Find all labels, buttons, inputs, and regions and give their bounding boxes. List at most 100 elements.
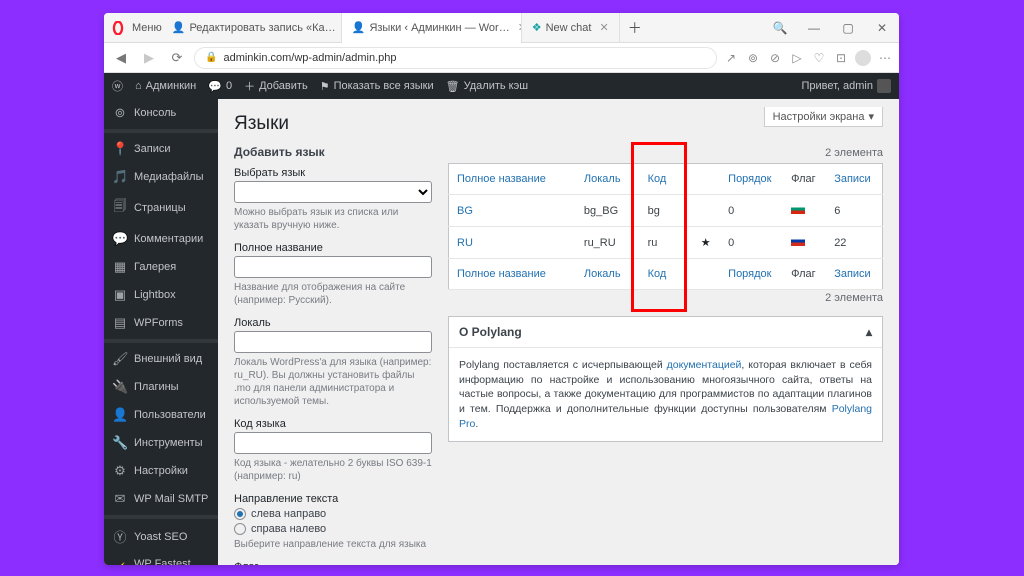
- my-account[interactable]: Привет, admin: [801, 79, 891, 93]
- fullname-input[interactable]: [234, 256, 432, 278]
- direction-rtl[interactable]: справа налево: [234, 523, 432, 535]
- table-row[interactable]: BG bg_BG bg 0 6: [449, 195, 883, 227]
- new-tab-button[interactable]: ＋: [620, 13, 650, 43]
- about-text: Polylang поставляется с исчерпывающей до…: [449, 348, 882, 441]
- brush-icon: 🖌: [112, 351, 128, 367]
- col-posts[interactable]: Записи: [826, 164, 882, 195]
- address-bar: ◀ ▶ ⟳ 🔒 adminkin.com/wp-admin/admin.php …: [104, 43, 899, 73]
- locale-input[interactable]: [234, 331, 432, 353]
- col-name[interactable]: Полное название: [449, 259, 576, 290]
- col-locale[interactable]: Локаль: [576, 164, 640, 195]
- content-area: Настройки экрана ▾ Языки Добавить язык В…: [218, 99, 899, 565]
- items-count-top: 2 элемента: [448, 147, 883, 159]
- menu-pages[interactable]: 🗐Страницы: [104, 191, 218, 225]
- close-button[interactable]: ✕: [865, 15, 899, 41]
- comment-icon: 💬: [112, 231, 128, 247]
- search-icon[interactable]: 🔍: [763, 15, 797, 41]
- wp-admin-bar: ⓦ ⌂ Админкин 💬 0 ＋ Добавить ⚑ Показать в…: [104, 73, 899, 99]
- chevron-down-icon: ▾: [868, 110, 874, 123]
- form-icon: ▤: [112, 315, 128, 331]
- col-code[interactable]: Код: [640, 259, 693, 290]
- menu-lightbox[interactable]: ▣Lightbox: [104, 281, 218, 309]
- menu-plugins[interactable]: 🔌Плагины: [104, 373, 218, 401]
- download-icon[interactable]: ⊡: [833, 51, 849, 65]
- lang-name-link[interactable]: BG: [457, 205, 473, 217]
- choose-lang-select[interactable]: [234, 181, 432, 203]
- heart-icon[interactable]: ♡: [811, 51, 827, 65]
- doc-link[interactable]: документацией: [667, 359, 742, 371]
- col-flag: Флаг: [783, 259, 826, 290]
- menu-dashboard[interactable]: ⊚Консоль: [104, 99, 218, 127]
- menu-wpforms[interactable]: ▤WPForms: [104, 309, 218, 337]
- table-row[interactable]: RU ru_RU ru ★ 0 22: [449, 227, 883, 259]
- site-link[interactable]: ⌂ Админкин: [135, 80, 196, 92]
- code-input[interactable]: [234, 432, 432, 454]
- menu-yoast[interactable]: ⓎYoast SEO: [104, 521, 218, 552]
- radio-icon: [234, 523, 246, 535]
- clear-cache[interactable]: 🗑 Удалить кэш: [446, 80, 528, 93]
- direction-ltr[interactable]: слева направо: [234, 508, 432, 520]
- maximize-button[interactable]: ▢: [831, 15, 865, 41]
- close-icon[interactable]: ✕: [599, 21, 608, 34]
- pin-icon: 📍: [112, 141, 128, 157]
- flag-bg-icon: [791, 204, 805, 214]
- comments-link[interactable]: 💬 0: [208, 80, 232, 93]
- col-locale[interactable]: Локаль: [576, 259, 640, 290]
- locale-label: Локаль: [234, 317, 432, 329]
- menu-fastestcache[interactable]: ⚡WP Fastest Cache: [104, 552, 218, 565]
- menu-appearance[interactable]: 🖌Внешний вид: [104, 345, 218, 373]
- browser-tab[interactable]: ❖New chat✕: [522, 13, 620, 43]
- menu-users[interactable]: 👤Пользователи: [104, 401, 218, 429]
- admin-menu: ⊚Консоль 📍Записи 🎵Медиафайлы 🗐Страницы 💬…: [104, 99, 218, 565]
- lang-name-link[interactable]: RU: [457, 237, 473, 249]
- camera-icon[interactable]: ⊚: [745, 51, 761, 65]
- col-code[interactable]: Код: [640, 164, 693, 195]
- media-icon: 🎵: [112, 169, 128, 185]
- code-desc: Код языка - желательно 2 буквы ISO 639-1…: [234, 457, 432, 483]
- fullname-label: Полное название: [234, 242, 432, 254]
- add-new-link[interactable]: ＋ Добавить: [244, 78, 308, 94]
- menu-gallery[interactable]: ▦Галерея: [104, 253, 218, 281]
- minimize-button[interactable]: —: [797, 15, 831, 41]
- gallery-icon: ▦: [112, 259, 128, 275]
- reload-button[interactable]: ⟳: [166, 50, 188, 66]
- direction-label: Направление текста: [234, 493, 432, 505]
- menu-posts[interactable]: 📍Записи: [104, 135, 218, 163]
- url-field[interactable]: 🔒 adminkin.com/wp-admin/admin.php: [194, 47, 717, 69]
- menu-tools[interactable]: 🔧Инструменты: [104, 429, 218, 457]
- send-icon[interactable]: ↗: [723, 51, 739, 65]
- cache-icon: ⚡: [112, 562, 128, 565]
- mail-icon: ✉: [112, 491, 128, 507]
- col-order[interactable]: Порядок: [720, 164, 783, 195]
- col-order[interactable]: Порядок: [720, 259, 783, 290]
- col-posts[interactable]: Записи: [826, 259, 882, 290]
- menu-label[interactable]: Меню: [132, 22, 162, 34]
- shield-icon[interactable]: ⊘: [767, 51, 783, 65]
- languages-table: Полное название Локаль Код Порядок Флаг …: [448, 163, 883, 290]
- about-polylang-box: О Polylang ▴ Polylang поставляется с исч…: [448, 316, 883, 442]
- show-all-langs[interactable]: ⚑ Показать все языки: [320, 80, 434, 93]
- back-button[interactable]: ◀: [110, 50, 132, 66]
- profile-avatar[interactable]: [855, 50, 871, 66]
- toggle-icon[interactable]: ▴: [866, 325, 872, 339]
- browser-tab[interactable]: 👤Редактировать запись «Ка…✕: [162, 13, 342, 43]
- col-flag: Флаг: [783, 164, 826, 195]
- forward-button[interactable]: ▶: [138, 50, 160, 66]
- menu-comments[interactable]: 💬Комментарии: [104, 225, 218, 253]
- lock-icon: 🔒: [205, 52, 217, 63]
- flag-label: Флаг: [234, 561, 432, 565]
- browser-tab[interactable]: 👤Языки ‹ Админкин — Wor…✕: [342, 13, 522, 43]
- col-name[interactable]: Полное название: [449, 164, 576, 195]
- code-label: Код языка: [234, 418, 432, 430]
- avatar-icon: [877, 79, 891, 93]
- menu-settings[interactable]: ⚙Настройки: [104, 457, 218, 485]
- screen-options-toggle[interactable]: Настройки экрана ▾: [764, 107, 883, 127]
- menu-mailsmtp[interactable]: ✉WP Mail SMTP: [104, 485, 218, 513]
- user-icon: 👤: [112, 407, 128, 423]
- play-icon[interactable]: ▷: [789, 51, 805, 65]
- opera-menu-button[interactable]: [104, 14, 132, 42]
- menu-media[interactable]: 🎵Медиафайлы: [104, 163, 218, 191]
- more-icon[interactable]: ⋯: [877, 51, 893, 65]
- lightbox-icon: ▣: [112, 287, 128, 303]
- wp-logo[interactable]: ⓦ: [112, 78, 123, 94]
